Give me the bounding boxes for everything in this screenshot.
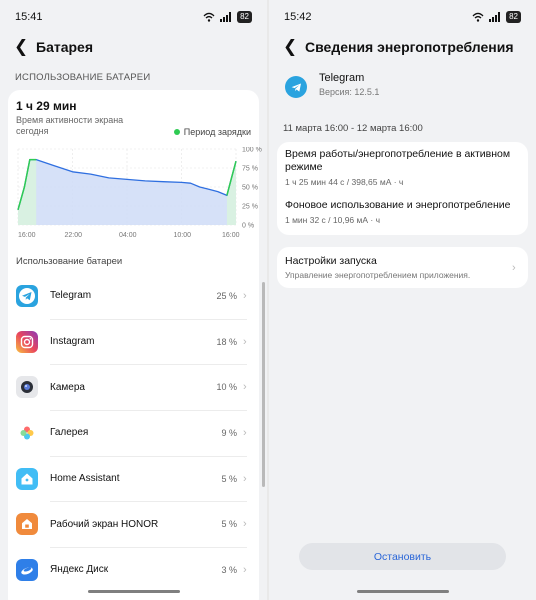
- launch-settings-item[interactable]: Настройки запуска Управление энергопотре…: [277, 247, 528, 288]
- app-header: Telegram Версия: 12.5.1: [269, 60, 536, 118]
- charging-area-fill: [18, 159, 37, 225]
- background-usage-title: Фоновое использование и энергопотреблени…: [285, 199, 511, 211]
- app-bar: ❮ Батарея: [0, 34, 267, 60]
- home-indicator[interactable]: [357, 590, 449, 593]
- launch-settings-title: Настройки запуска: [285, 255, 377, 267]
- app-name: Камера: [50, 381, 85, 393]
- app-bar: ❮ Сведения энергопотребления: [269, 34, 536, 60]
- app-usage-list: Telegram 25 % › Instagram 18 % › Камера 10 % › Га…: [8, 273, 259, 593]
- chevron-right-icon: ›: [243, 472, 247, 485]
- home-assistant-icon: [16, 467, 38, 490]
- background-usage-block: Фоновое использование и энергопотреблени…: [285, 195, 520, 233]
- y-tick-label: 100 %: [242, 147, 262, 154]
- chevron-right-icon: ›: [243, 563, 247, 576]
- date-range: 11 марта 16:00 - 12 марта 16:00: [283, 123, 423, 134]
- signal-icon: [489, 12, 501, 22]
- honor-home-icon: [16, 513, 38, 536]
- home-indicator[interactable]: [88, 590, 180, 593]
- energy-info-card: Время работы/энергопотребление в активно…: [277, 142, 528, 235]
- app-name: Галерея: [50, 427, 89, 439]
- wifi-icon: [472, 12, 484, 22]
- battery-level-badge: 82: [237, 11, 252, 23]
- app-name: Instagram: [50, 336, 95, 348]
- app-version: Версия: 12.5.1: [319, 87, 380, 97]
- status-time: 15:42: [284, 11, 312, 23]
- chevron-right-icon: ›: [243, 518, 247, 531]
- app-name: Рабочий экран HONOR: [50, 518, 159, 530]
- charging-legend: Период зарядки: [173, 127, 251, 137]
- app-usage-row[interactable]: Галерея 9 % ›: [8, 410, 259, 456]
- y-tick-label: 50 %: [242, 185, 258, 192]
- app-name: Home Assistant: [50, 473, 120, 485]
- app-usage-percent: 18 %: [216, 336, 237, 347]
- charging-legend-label: Период зарядки: [183, 127, 251, 137]
- active-usage-block: Время работы/энергопотребление в активно…: [285, 148, 520, 195]
- app-name: Telegram: [319, 72, 365, 84]
- y-tick-label: 75 %: [242, 166, 258, 173]
- camera-icon: [16, 376, 38, 399]
- app-usage-percent: 9 %: [221, 427, 237, 438]
- battery-level-chart[interactable]: 100 %75 %50 %25 %0 %16:00 22:00 04:00 10:00…: [14, 147, 262, 239]
- telegram-icon: [16, 284, 38, 307]
- wifi-icon: [203, 12, 215, 22]
- app-usage-percent: 5 %: [221, 473, 237, 484]
- battery-screen: 15:41 82 ❮ Батарея ИСПОЛЬЗОВАНИЕ БАТАРЕИ…: [0, 0, 267, 600]
- status-time: 15:41: [15, 11, 43, 23]
- status-bar: 15:41 82: [0, 0, 267, 34]
- app-usage-heading: Использование батареи: [16, 256, 123, 267]
- x-tick-label: 22:00: [65, 232, 83, 239]
- app-usage-percent: 5 %: [221, 519, 237, 530]
- battery-usage-card: 1 ч 29 мин Время активности экрана сегод…: [8, 90, 262, 600]
- y-tick-label: 25 %: [242, 204, 258, 211]
- app-usage-row[interactable]: Рабочий экран HONOR 5 % ›: [8, 501, 259, 547]
- active-usage-value: 1 ч 25 мин 44 с / 398,65 мА · ч: [285, 177, 404, 187]
- page-title: Батарея: [36, 39, 93, 55]
- status-bar: 15:42 82: [269, 0, 536, 34]
- active-usage-title: Время работы/энергопотребление в активно…: [285, 148, 511, 173]
- stop-button[interactable]: Остановить: [299, 543, 506, 570]
- signal-icon: [220, 12, 232, 22]
- charging-dot-icon: [173, 129, 180, 135]
- chevron-right-icon: ›: [243, 335, 247, 348]
- app-name: Яндекс Диск: [50, 564, 109, 576]
- gallery-icon: [16, 421, 38, 444]
- instagram-icon: [16, 330, 38, 353]
- app-usage-row[interactable]: Яндекс Диск 3 % ›: [8, 547, 259, 593]
- screen-time-value: 1 ч 29 мин: [16, 99, 77, 113]
- chevron-right-icon: ›: [243, 381, 247, 394]
- app-name: Telegram: [50, 290, 92, 302]
- battery-level-badge: 82: [506, 11, 521, 23]
- yandex-disk-icon: [16, 558, 38, 581]
- telegram-icon: [285, 76, 307, 98]
- back-arrow-icon[interactable]: ❮: [283, 37, 303, 57]
- app-usage-row[interactable]: Instagram 18 % ›: [8, 318, 259, 365]
- app-usage-row[interactable]: Telegram 25 % ›: [8, 273, 259, 319]
- chevron-right-icon: ›: [243, 289, 247, 302]
- energy-details-screen: 15:42 82 ❮ Сведения энергопотребления Te…: [269, 0, 536, 600]
- y-tick-label: 0 %: [242, 223, 254, 230]
- app-usage-percent: 3 %: [221, 564, 237, 575]
- background-usage-value: 1 мин 32 с / 10,96 мА · ч: [285, 215, 381, 225]
- chevron-right-icon: ›: [512, 261, 516, 274]
- app-usage-percent: 25 %: [216, 290, 237, 301]
- x-tick-label: 16:00: [18, 232, 36, 239]
- section-title: ИСПОЛЬЗОВАНИЕ БАТАРЕИ: [15, 72, 151, 83]
- chevron-right-icon: ›: [243, 426, 247, 439]
- back-arrow-icon[interactable]: ❮: [14, 37, 34, 57]
- x-tick-label: 10:00: [174, 232, 192, 239]
- scrollbar[interactable]: [262, 282, 265, 487]
- x-tick-label: 04:00: [119, 232, 137, 239]
- app-usage-percent: 10 %: [216, 382, 237, 393]
- app-usage-row[interactable]: Камера 10 % ›: [8, 364, 259, 410]
- x-tick-label: 16:00: [222, 232, 240, 239]
- page-title: Сведения энергопотребления: [305, 39, 514, 55]
- launch-settings-subtitle: Управление энергопотреблением приложения…: [285, 270, 471, 280]
- app-usage-row[interactable]: Home Assistant 5 % ›: [8, 455, 259, 502]
- screen-time-description: Время активности экрана сегодня: [16, 115, 124, 136]
